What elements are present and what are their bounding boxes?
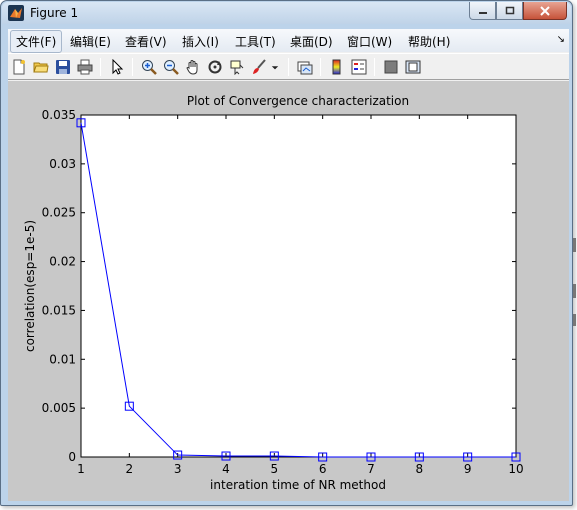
x-axis-label: interation time of NR method [210, 478, 386, 492]
x-tick-label: 8 [416, 462, 424, 476]
y-tick-label: 0.02 [49, 255, 76, 269]
rotate-3d-button[interactable] [206, 58, 224, 76]
menu-insert[interactable]: 插入(I) [182, 33, 219, 50]
edit-plot-button[interactable] [108, 58, 126, 76]
menu-tools[interactable]: 工具(T) [235, 33, 276, 50]
minimize-icon [478, 11, 487, 14]
y-tick-label: 0 [68, 450, 76, 464]
close-button[interactable] [523, 2, 567, 20]
link-plot-icon [297, 61, 313, 75]
dock-arrow-icon[interactable]: ↘ [557, 34, 565, 45]
hide-plot-tools-button[interactable] [382, 58, 400, 76]
maximize-icon [505, 6, 514, 14]
matlab-logo-icon [8, 5, 24, 21]
figure-toolbar [8, 53, 569, 80]
new-figure-button[interactable] [10, 58, 28, 76]
show-plot-tools-button[interactable] [404, 58, 422, 76]
menu-window[interactable]: 窗口(W) [347, 33, 392, 50]
y-tick-label: 0.01 [49, 352, 76, 366]
maximize-button[interactable] [496, 2, 523, 20]
menu-edit[interactable]: 编辑(E) [70, 33, 111, 50]
x-tick-label: 10 [508, 462, 523, 476]
brush-dropdown-icon [271, 66, 279, 70]
window-client: 文件(F) 编辑(E) 查看(V) 插入(I) 工具(T) 桌面(D) 窗口(W… [8, 29, 569, 501]
x-tick-label: 4 [222, 462, 230, 476]
y-tick-label: 0.03 [49, 157, 76, 171]
data-cursor-icon [230, 60, 244, 75]
menu-view[interactable]: 查看(V) [125, 33, 167, 50]
figure-window: Figure 1 文件(F) 编辑(E) 查看(V) 插入(I) 工具(T) 桌… [0, 0, 573, 506]
menu-help[interactable]: 帮助(H) [408, 33, 450, 50]
print-button[interactable] [76, 58, 94, 76]
pan-hand-icon [186, 60, 198, 75]
open-file-icon [33, 62, 49, 73]
hide-plot-tools-icon [384, 60, 398, 74]
close-icon [540, 5, 550, 16]
data-cursor-button[interactable] [228, 58, 246, 76]
x-tick-label: 5 [271, 462, 279, 476]
rotate-3d-icon [208, 60, 222, 74]
brush-icon [253, 59, 266, 74]
x-tick-label: 2 [126, 462, 134, 476]
pan-button[interactable] [184, 58, 202, 76]
print-icon [77, 59, 93, 75]
zoom-out-button[interactable] [162, 58, 180, 76]
x-tick-label: 9 [464, 462, 472, 476]
zoom-in-button[interactable] [140, 58, 158, 76]
menu-bar: 文件(F) 编辑(E) 查看(V) 插入(I) 工具(T) 桌面(D) 窗口(W… [8, 29, 569, 53]
title-bar[interactable]: Figure 1 [2, 2, 571, 24]
show-plot-tools-icon [405, 60, 421, 74]
menu-file[interactable]: 文件(F) [10, 30, 63, 53]
window-title: Figure 1 [30, 6, 79, 20]
chart-title: Plot of Convergence characterization [187, 94, 409, 108]
menu-desktop[interactable]: 桌面(D) [290, 33, 333, 50]
minimize-button[interactable] [469, 2, 496, 20]
open-file-button[interactable] [32, 58, 50, 76]
y-tick-label: 0.025 [42, 206, 76, 220]
convergence-line-chart: Plot of Convergence characterization int… [23, 94, 524, 492]
y-tick-label: 0.005 [42, 401, 76, 415]
edit-plot-arrow-icon [112, 59, 124, 75]
save-icon [56, 60, 70, 74]
x-tick-label: 7 [367, 462, 375, 476]
zoom-in-icon [142, 60, 157, 75]
axes-background [80, 114, 517, 458]
x-tick-label: 1 [77, 462, 85, 476]
x-tick-label: 6 [319, 462, 327, 476]
y-axis-label: correlation(esp=1e-5) [23, 220, 37, 352]
save-button[interactable] [54, 58, 72, 76]
new-figure-icon [13, 59, 25, 75]
link-plot-button[interactable] [296, 58, 314, 76]
colorbar-button[interactable] [328, 58, 346, 76]
legend-icon [351, 59, 367, 75]
y-tick-label: 0.035 [42, 108, 76, 122]
x-tick-label: 3 [174, 462, 182, 476]
brush-dropdown-button[interactable] [270, 58, 280, 76]
legend-button[interactable] [350, 58, 368, 76]
brush-button[interactable] [250, 58, 268, 76]
figure-canvas: Plot of Convergence characterization int… [8, 81, 569, 501]
colorbar-icon [332, 59, 341, 75]
zoom-out-icon [164, 60, 179, 75]
y-tick-label: 0.015 [42, 303, 76, 317]
